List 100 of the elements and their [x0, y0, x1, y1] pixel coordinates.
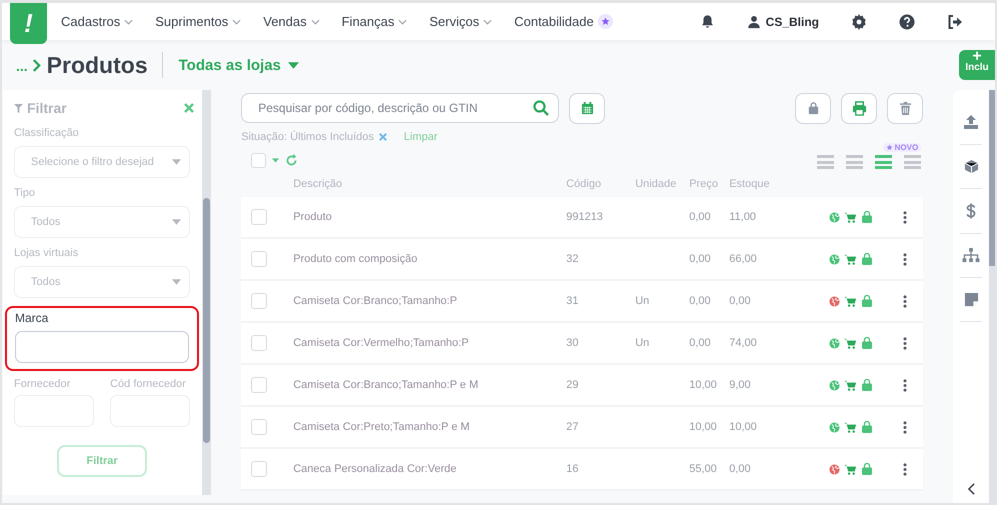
menu-item[interactable]: Finanças: [342, 14, 408, 29]
cart-icon: [844, 212, 858, 222]
box-icon[interactable]: [964, 159, 979, 174]
view-mode-toggle[interactable]: [846, 155, 864, 169]
bag-button[interactable]: [795, 92, 832, 124]
table-cell-text: 0,00: [689, 211, 712, 223]
breadcrumb-link[interactable]: ...: [16, 58, 28, 74]
table-row[interactable]: Camiseta Cor:Vermelho;Tamanho:P 30 Un 0,00 74,00: [241, 323, 924, 365]
row-checkbox[interactable]: [251, 251, 268, 267]
chevron-down-icon: [483, 18, 492, 24]
field-label: Marca: [15, 311, 50, 325]
caret-icon: [172, 159, 182, 165]
search-field[interactable]: Pesquisar por código, descrição ou GTIN: [241, 93, 560, 123]
input-field[interactable]: [15, 331, 190, 363]
star-icon: [886, 144, 893, 151]
row-checkbox[interactable]: [251, 419, 268, 435]
caret-icon: [172, 219, 182, 225]
more-icon[interactable]: [903, 378, 908, 392]
more-icon[interactable]: [903, 336, 908, 350]
help-icon[interactable]: [899, 14, 915, 30]
table-row[interactable]: Produto com composição 32 0,00 66,00: [241, 239, 924, 281]
field-label: Tipo: [14, 186, 36, 200]
sitemap-icon[interactable]: [962, 248, 980, 263]
delete-button[interactable]: [887, 92, 924, 124]
user-menu[interactable]: CS_Bling: [746, 14, 819, 28]
note-icon[interactable]: [964, 292, 979, 307]
scrollbar-thumb[interactable]: [203, 198, 210, 443]
dollar-icon[interactable]: [966, 203, 976, 219]
more-icon[interactable]: [903, 210, 908, 224]
menu-item[interactable]: Serviços: [429, 14, 492, 29]
cart-icon: [844, 254, 858, 264]
table-row[interactable]: Camiseta Cor:Branco;Tamanho:P 31 Un 0,00 0,00: [241, 281, 924, 323]
add-button[interactable]: + Inclu: [959, 50, 995, 80]
row-checkbox[interactable]: [251, 293, 268, 309]
cart-icon: [844, 296, 858, 306]
view-mode-toggle[interactable]: [904, 155, 922, 169]
filter-button[interactable]: Filtrar: [57, 445, 148, 477]
table-row[interactable]: Caneca Personalizada Cor:Verde 16 55,00 0,00: [241, 449, 924, 491]
app-logo[interactable]: !: [10, 3, 47, 44]
chevron-down-icon: [232, 18, 242, 24]
table-cell-text: 66,00: [729, 253, 758, 265]
scrollbar-thumb[interactable]: [989, 90, 995, 266]
more-icon[interactable]: [903, 462, 908, 476]
select-field[interactable]: Todos: [14, 206, 190, 238]
clear-link[interactable]: Limpar: [404, 131, 438, 143]
table-cell-text: Camiseta Cor:Vermelho;Tamanho:P: [293, 337, 470, 349]
table-cell: Un: [635, 295, 650, 307]
table-cell-text: Camiseta Cor:Branco;Tamanho:P: [293, 295, 458, 307]
table-cell-text: 27: [566, 421, 580, 433]
menu-item[interactable]: Contabilidade: [514, 14, 613, 29]
bell-icon[interactable]: [700, 14, 715, 29]
row-checkbox[interactable]: [251, 461, 268, 477]
more-icon[interactable]: [903, 420, 908, 434]
table-cell-text: Camiseta Cor:Preto;Tamanho:P e M: [293, 421, 471, 433]
menu-item[interactable]: Vendas: [263, 14, 320, 29]
table-cell-text: 32: [566, 253, 580, 265]
new-badge: NOVO: [882, 143, 922, 152]
menu-item[interactable]: Suprimentos: [155, 14, 242, 29]
refresh-icon[interactable]: [285, 154, 298, 166]
view-mode-toggle[interactable]: [817, 155, 834, 169]
row-checkbox[interactable]: [251, 335, 268, 351]
table-cell-text: Caneca Personalizada Cor:Verde: [293, 463, 458, 475]
menu-item[interactable]: Cadastros: [61, 14, 134, 29]
cart-icon: [844, 464, 858, 474]
column-header: Estoque: [729, 178, 771, 190]
cart-icon: [844, 338, 858, 348]
table-cell-text: 11,00: [729, 211, 757, 223]
scrollbar[interactable]: [202, 90, 212, 495]
logout-icon[interactable]: [947, 14, 963, 30]
scrollbar[interactable]: [989, 90, 995, 503]
filter-icon: [14, 104, 23, 112]
upload-icon[interactable]: [963, 114, 980, 130]
close-icon[interactable]: [378, 133, 387, 141]
store-dropdown[interactable]: Todas as lojas: [178, 56, 299, 74]
close-icon[interactable]: [184, 103, 194, 113]
select-field[interactable]: Selecione o filtro desejad: [14, 146, 190, 178]
field-label: Cód fornecedor: [110, 377, 187, 391]
row-checkbox[interactable]: [251, 209, 268, 225]
column-header: Código: [566, 178, 602, 190]
chevron-left-icon[interactable]: [968, 483, 975, 495]
table-row[interactable]: Camiseta Cor:Preto;Tamanho:P e M 27 10,00 10,00: [241, 407, 924, 449]
column-header: Unidade: [635, 178, 678, 190]
settings-icon[interactable]: [851, 14, 867, 30]
row-checkbox[interactable]: [251, 377, 268, 393]
caret-icon: [288, 62, 299, 68]
field-label: Fornecedor: [14, 377, 72, 391]
table-cell-text: 0,00: [689, 295, 712, 307]
print-button[interactable]: [841, 92, 878, 124]
caret-icon[interactable]: [272, 158, 280, 162]
chevron-right-icon: [32, 58, 41, 72]
more-icon[interactable]: [903, 294, 908, 308]
table-row[interactable]: Produto 991213 0,00 11,00: [241, 197, 924, 239]
select-field[interactable]: Todos: [14, 266, 190, 298]
calendar-button[interactable]: [569, 92, 606, 124]
table-cell-text: 74,00: [729, 337, 758, 349]
more-icon[interactable]: [903, 252, 908, 266]
view-mode-toggle[interactable]: [875, 155, 892, 169]
column-header: Preço: [689, 178, 719, 190]
table-row[interactable]: Camiseta Cor:Branco;Tamanho:P e M 29 10,00 9,00: [241, 365, 924, 407]
select-all-checkbox[interactable]: [251, 152, 266, 168]
